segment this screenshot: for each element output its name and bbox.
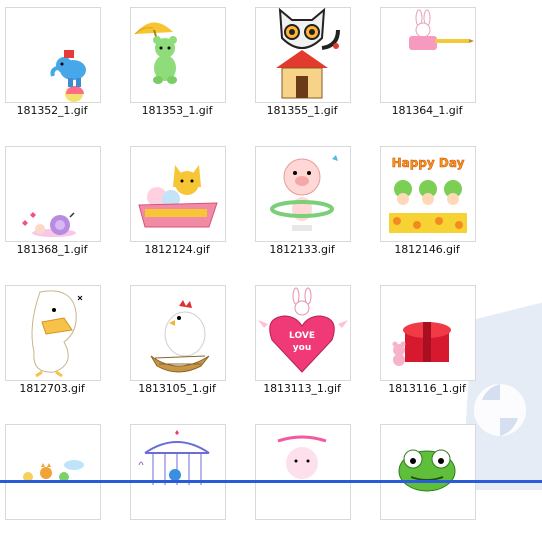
thumbnail-filename: 1813116_1.gif	[388, 382, 466, 395]
thumbnail-item[interactable]: LOVE you 1813113_1.gif	[250, 278, 375, 417]
cat-doghouse-icon	[276, 8, 340, 99]
thumbnail-filename: 181364_1.gif	[391, 104, 463, 117]
thumbnail-frame[interactable]	[130, 7, 226, 103]
thumbnail-item[interactable]: 1813116_1.gif	[375, 278, 500, 417]
thumbnail-frame[interactable]	[380, 7, 476, 103]
thumbnail-filename: 1812703.gif	[19, 382, 85, 395]
thumbnail-frame[interactable]	[5, 424, 101, 520]
thumbnail-item[interactable]: 1812124.gif	[125, 139, 250, 278]
bear-umbrella-icon	[134, 22, 177, 84]
thumbnail-item[interactable]: 1812133.gif	[250, 139, 375, 278]
duck-icon	[31, 290, 83, 378]
thumbnail-item[interactable]: 181353_1.gif	[125, 0, 250, 139]
love-text: LOVE	[289, 331, 315, 341]
cat-cloud-icon	[23, 460, 84, 482]
thumbnail-frame[interactable]	[255, 146, 351, 242]
thumbnail-item[interactable]	[375, 417, 500, 556]
you-text: you	[293, 343, 311, 353]
snail-hearts-icon	[22, 212, 76, 237]
pink-character-icon	[277, 435, 327, 479]
thumbnail-item[interactable]: Happy Day 1812146.gif	[375, 139, 500, 278]
bunny-pencil-icon	[409, 9, 474, 50]
thumbnail-filename: 1812124.gif	[144, 243, 210, 256]
hen-nest-icon	[150, 300, 210, 373]
thumbnail-frame[interactable]	[130, 285, 226, 381]
thumbnail-item[interactable]	[0, 417, 125, 556]
thumbnail-filename: 181355_1.gif	[266, 104, 338, 117]
thumbnail-item[interactable]: 181355_1.gif	[250, 0, 375, 139]
pig-hula-hoop-icon	[270, 155, 338, 231]
thumbnail-frame[interactable]	[130, 146, 226, 242]
thumbnail-filename: 1812146.gif	[394, 243, 460, 256]
thumbnail-frame[interactable]	[380, 285, 476, 381]
thumbnail-item[interactable]: 1813105_1.gif	[125, 278, 250, 417]
love-you-heart-icon: LOVE you	[258, 287, 348, 373]
thumbnail-filename: 181353_1.gif	[141, 104, 213, 117]
thumbnail-filename: 1813113_1.gif	[263, 382, 341, 395]
thumbnail-filename: 1812133.gif	[269, 243, 335, 256]
thumbnail-filename: 181368_1.gif	[16, 243, 88, 256]
thumbnail-frame[interactable]	[130, 424, 226, 520]
thumbnail-item[interactable]	[250, 417, 375, 556]
thumbnail-frame[interactable]	[5, 285, 101, 381]
thumbnail-filename: 1813105_1.gif	[138, 382, 216, 395]
thumbnail-frame[interactable]	[5, 146, 101, 242]
thumbnail-frame[interactable]: LOVE you	[255, 285, 351, 381]
happy-day-text: Happy Day	[392, 156, 465, 170]
gift-box-icon	[392, 322, 451, 366]
thumbnail-item[interactable]: 181368_1.gif	[0, 139, 125, 278]
thumbnail-item[interactable]: 181352_1.gif	[0, 0, 125, 139]
green-frog-icon	[398, 449, 456, 492]
thumbnail-frame[interactable]	[380, 424, 476, 520]
elephant-on-ball-icon	[50, 50, 86, 102]
thumbnail-frame[interactable]	[255, 424, 351, 520]
happy-day-frogs-icon: Happy Day	[389, 156, 467, 233]
thumbnail-item[interactable]: 181364_1.gif	[375, 0, 500, 139]
thumbnail-item[interactable]: 1812703.gif	[0, 278, 125, 417]
thumbnail-frame[interactable]	[255, 7, 351, 103]
cat-yarn-basket-icon	[138, 165, 218, 228]
thumbnail-filename: 181352_1.gif	[16, 104, 88, 117]
thumbnail-frame[interactable]: Happy Day	[380, 146, 476, 242]
thumbnail-frame[interactable]	[5, 7, 101, 103]
music-cage-icon	[138, 430, 210, 485]
thumbnail-item[interactable]	[125, 417, 250, 556]
